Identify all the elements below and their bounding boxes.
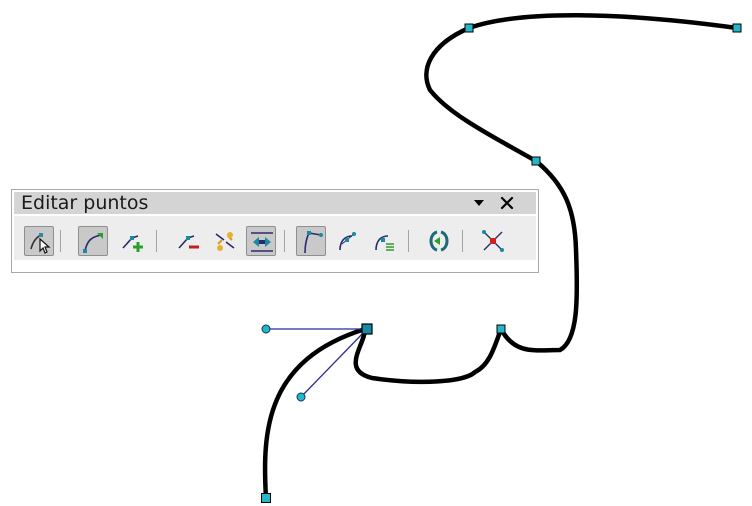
selected-anchor-point[interactable] [361, 323, 373, 335]
convert-to-curve-button[interactable] [246, 226, 276, 256]
close-bezier-icon [429, 230, 449, 252]
toolbar-separator [462, 230, 463, 252]
anchor-point[interactable] [261, 493, 271, 503]
split-curve-button[interactable] [210, 226, 240, 256]
toolbar-separator [284, 230, 285, 252]
symmetric-transition-icon [375, 235, 394, 251]
eliminate-points-icon [482, 230, 504, 252]
move-points-button[interactable] [78, 226, 108, 256]
toolbar-separator [156, 230, 157, 252]
control-point[interactable] [296, 392, 306, 402]
toolbar-separator [60, 230, 61, 252]
smooth-transition-button[interactable] [332, 226, 362, 256]
close-bezier-button[interactable] [424, 226, 454, 256]
eliminate-points-button[interactable] [478, 226, 508, 256]
split-curve-icon [215, 232, 235, 251]
delete-points-icon [178, 235, 199, 249]
select-points-button[interactable] [24, 226, 54, 256]
anchor-point[interactable] [496, 324, 506, 334]
edit-points-toolbar: Editar puntos [11, 189, 539, 273]
toolbar-title: Editar puntos [21, 192, 149, 214]
anchor-point[interactable] [464, 23, 474, 33]
smooth-transition-icon [339, 232, 356, 251]
insert-points-button[interactable] [118, 226, 148, 256]
toolbar-menu-icon[interactable] [470, 194, 488, 212]
anchor-point[interactable] [531, 156, 541, 166]
insert-points-icon [122, 235, 143, 252]
select-points-icon [30, 233, 51, 254]
symmetric-transition-button[interactable] [368, 226, 398, 256]
convert-to-curve-icon [251, 232, 273, 252]
delete-points-button[interactable] [174, 226, 204, 256]
corner-point-button[interactable] [296, 226, 326, 256]
toolbar-titlebar[interactable]: Editar puntos [14, 192, 536, 214]
anchor-point[interactable] [732, 23, 742, 33]
toolbar-close-icon[interactable] [498, 194, 516, 212]
control-point[interactable] [261, 324, 271, 334]
toolbar-separator [408, 230, 409, 252]
corner-point-icon [304, 231, 323, 254]
toolbar-button-row [14, 216, 536, 260]
move-points-icon [83, 233, 103, 253]
